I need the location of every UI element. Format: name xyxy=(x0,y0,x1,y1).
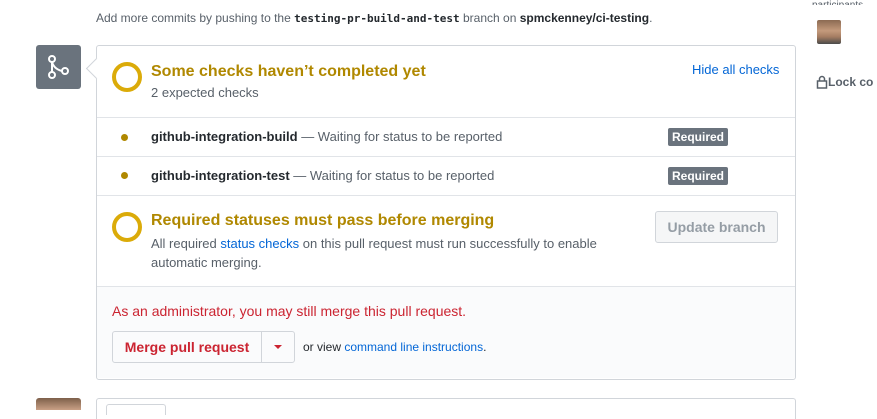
caret-down-icon xyxy=(274,345,282,349)
pending-ring-icon xyxy=(112,62,142,92)
push-hint: Add more commits by pushing to the testi… xyxy=(96,11,652,25)
push-hint-suffix: . xyxy=(649,11,653,25)
cli-hint-prefix: or view xyxy=(303,340,345,354)
status-dot-icon xyxy=(121,172,128,179)
hide-checks-link[interactable]: Hide all checks xyxy=(692,62,779,77)
participants-label: participants xyxy=(812,0,863,5)
check-row: github-integration-build — Waiting for s… xyxy=(97,118,795,156)
check-item: github-integration-build — Waiting for s… xyxy=(151,129,502,144)
push-hint-prefix: Add more commits by pushing to the xyxy=(96,11,295,25)
branch-name: testing-pr-build-and-test xyxy=(294,12,460,25)
required-badge: Required xyxy=(668,167,729,185)
participants-heading: participants xyxy=(812,0,877,5)
check-item: github-integration-test — Waiting for st… xyxy=(151,168,494,183)
update-branch-button[interactable]: Update branch xyxy=(655,211,778,243)
checks-subtitle: 2 expected checks xyxy=(151,85,259,100)
status-checks-link[interactable]: status checks xyxy=(220,236,299,251)
check-name[interactable]: github-integration-build xyxy=(151,129,298,144)
command-line-link[interactable]: command line instructions xyxy=(344,340,483,354)
check-description: — Waiting for status to be reported xyxy=(289,168,495,183)
required-title: Required statuses must pass before mergi… xyxy=(151,212,495,229)
status-dot-icon xyxy=(121,134,128,141)
admin-note: As an administrator, you may still merge… xyxy=(112,303,467,319)
avatar[interactable] xyxy=(817,20,841,44)
push-hint-middle: branch on xyxy=(459,11,520,25)
merge-icon xyxy=(36,45,81,89)
avatar[interactable] xyxy=(36,398,81,410)
check-name[interactable]: github-integration-test xyxy=(151,168,290,183)
required-desc-before: All required xyxy=(151,236,221,251)
cli-hint-suffix: . xyxy=(483,340,487,354)
cli-hint: or view command line instructions. xyxy=(303,340,486,354)
merge-pull-request-button[interactable]: Merge pull request xyxy=(112,331,262,363)
lock-label: Lock co xyxy=(828,75,874,89)
required-badge: Required xyxy=(668,128,729,146)
divider xyxy=(97,195,795,196)
comment-box xyxy=(96,398,796,419)
pending-ring-icon xyxy=(112,212,142,242)
checks-title: Some checks haven’t completed yet xyxy=(151,63,426,80)
required-description: All required status checks on this pull … xyxy=(151,234,621,272)
lock-icon xyxy=(816,75,828,89)
lock-conversation[interactable]: Lock co xyxy=(816,75,873,89)
check-row: github-integration-test — Waiting for st… xyxy=(97,157,795,195)
repo-name: spmckenney/ci-testing xyxy=(519,11,650,25)
merge-options-dropdown[interactable] xyxy=(261,331,295,363)
check-description: — Waiting for status to be reported xyxy=(297,129,503,144)
